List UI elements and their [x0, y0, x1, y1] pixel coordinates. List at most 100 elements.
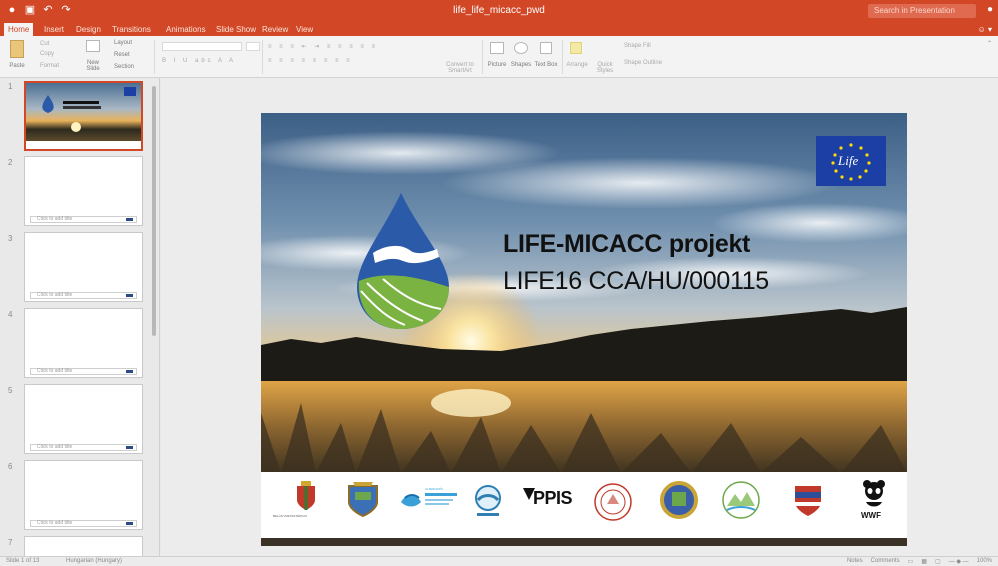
comments-button[interactable]: Comments — [871, 558, 900, 565]
reset-button[interactable]: Reset — [114, 52, 130, 58]
green-landscape-logo — [721, 480, 761, 525]
text-box-label[interactable]: Text Box — [534, 62, 558, 68]
paste-label[interactable]: Paste — [4, 63, 30, 69]
shapes-label[interactable]: Shapes — [508, 62, 534, 68]
tab-home[interactable]: Home — [4, 23, 34, 36]
circle-water-logo — [473, 484, 503, 523]
slide-thumbnail-3[interactable]: Click to add title — [24, 232, 143, 302]
thumb-title-placeholder: Click to add title — [30, 520, 137, 527]
ribbon-tabs: Home Insert Design Transitions Animation… — [0, 22, 998, 36]
status-right-controls: Notes Comments ▭ ▦ ▢ — ◆ — 100% — [847, 558, 992, 565]
user-icon[interactable]: ● — [987, 4, 993, 15]
paragraph-list-icons[interactable]: ≡ ≡ ≡ ⇤ ⇥ ≡ ≡ ≡ ≡ ≡ — [268, 43, 378, 50]
slide-thumbnail-5[interactable]: Click to add title — [24, 384, 143, 454]
thumbnail-preview — [26, 83, 141, 149]
thumb-number: 7 — [8, 538, 13, 547]
thumb-title-placeholder: Click to add title — [30, 368, 137, 375]
zoom-level[interactable]: 100% — [977, 558, 992, 565]
thumb-title-placeholder: Click to add title — [30, 444, 137, 451]
town-shield-logo — [659, 480, 699, 525]
zoom-slider[interactable]: — ◆ — — [949, 558, 969, 565]
notes-button[interactable]: Notes — [847, 558, 863, 565]
divider — [562, 40, 563, 74]
convert-smartart-button[interactable]: Convert to SmartArt — [440, 62, 480, 74]
language-indicator[interactable]: Hungarian (Hungary) — [66, 558, 122, 564]
municipal-coat-of-arms-logo — [343, 478, 383, 523]
format-painter-button[interactable]: Format — [40, 63, 59, 69]
thumb-number: 2 — [8, 158, 13, 167]
wwf-logo: WWF — [859, 480, 889, 520]
thumb-number: 3 — [8, 234, 13, 243]
tab-insert[interactable]: Insert — [40, 23, 68, 36]
slide-thumbnail-2[interactable]: Click to add title — [24, 156, 143, 226]
reading-view-icon[interactable]: ▢ — [935, 558, 941, 565]
divider — [262, 40, 263, 74]
paragraph-align-icons[interactable]: ≡ ≡ ≡ ≡ ≡ ≡ ≡ ≡ — [268, 58, 353, 64]
ministry-caption: BELÜGYMINISZTÉRIUM — [273, 514, 307, 518]
thumb-number: 4 — [8, 310, 13, 319]
slide-thumbnail-4[interactable]: Click to add title — [24, 308, 143, 378]
document-title: life_life_micacc_pwd — [453, 5, 545, 16]
thumb-number: 6 — [8, 462, 13, 471]
divider — [154, 40, 155, 74]
slide-thumbnail-1[interactable] — [24, 81, 143, 151]
new-slide-label[interactable]: New Slide — [80, 60, 106, 72]
thumb-number: 5 — [8, 386, 13, 395]
paste-icon[interactable] — [10, 40, 24, 58]
eu-life-text: Life — [838, 153, 859, 168]
slide-thumbnail-7[interactable] — [24, 536, 143, 556]
divider — [482, 40, 483, 74]
text-box-icon[interactable] — [540, 42, 552, 54]
slide-thumbnail-pane: 1 2 Click to add title 3 Click to add ti… — [0, 78, 160, 556]
shapes-icon[interactable] — [514, 42, 528, 54]
water-directorate-logo: ALTERNATÍV — [399, 487, 459, 515]
red-blue-shield-logo — [793, 482, 823, 523]
slide-thumbnail-6[interactable]: Click to add title — [24, 460, 143, 530]
arrange-icon[interactable] — [570, 42, 582, 54]
tab-animations[interactable]: Animations — [162, 23, 210, 36]
status-bar: Slide 1 of 13 Hungarian (Hungary) Notes … — [0, 556, 998, 566]
slide-1[interactable]: Life LIFE-MICACC projekt LIFE16 CCA/HU/0… — [261, 113, 907, 546]
slide-title[interactable]: LIFE-MICACC projekt — [503, 230, 750, 259]
water-directorate-caption: ALTERNATÍV — [425, 487, 444, 491]
tab-slide-show[interactable]: Slide Show — [212, 23, 260, 36]
slide-sorter-icon[interactable]: ▦ — [921, 558, 927, 565]
share-button[interactable]: ☺ ▾ — [978, 23, 992, 36]
normal-view-icon[interactable]: ▭ — [908, 558, 914, 565]
thumb-title-placeholder: Click to add title — [30, 292, 137, 299]
wwf-text: WWF — [861, 511, 881, 520]
arrange-label[interactable]: Arrange — [564, 62, 590, 68]
editing-canvas: Life LIFE-MICACC projekt LIFE16 CCA/HU/0… — [161, 78, 998, 556]
ppis-logo: PPIS — [523, 486, 573, 508]
search-input[interactable]: Search in Presentation — [868, 4, 976, 18]
hungary-ministry-logo: BELÜGYMINISZTÉRIUM — [273, 480, 317, 518]
new-slide-icon[interactable] — [86, 40, 100, 52]
thumb-title-placeholder: Click to add title — [30, 216, 137, 223]
copy-button[interactable]: Copy — [40, 51, 54, 57]
picture-icon[interactable] — [490, 42, 504, 54]
shape-fill-button[interactable]: Shape Fill — [624, 43, 651, 49]
layout-button[interactable]: Layout — [114, 40, 132, 46]
ribbon: Paste Cut Copy Format New Slide Layout R… — [0, 36, 998, 78]
collapse-ribbon-icon[interactable]: ⌃ — [987, 40, 992, 47]
shape-outline-button[interactable]: Shape Outline — [624, 60, 662, 66]
ppis-text: PPIS — [533, 488, 573, 508]
section-button[interactable]: Section — [114, 64, 134, 70]
cut-button[interactable]: Cut — [40, 41, 49, 47]
thumbnail-scrollbar[interactable] — [152, 86, 156, 336]
font-size-select[interactable] — [246, 42, 260, 51]
tab-view[interactable]: View — [292, 23, 317, 36]
font-name-select[interactable] — [162, 42, 242, 51]
thumb-number: 1 — [8, 82, 13, 91]
font-format-icons[interactable]: B I U abc A A — [162, 58, 236, 64]
title-bar: ● ▣ ↶ ↷ life_life_micacc_pwd Search in P… — [0, 0, 998, 22]
slide-counter: Slide 1 of 13 — [6, 558, 40, 564]
eu-life-logo: Life — [816, 136, 886, 186]
slide-subtitle[interactable]: LIFE16 CCA/HU/000115 — [503, 267, 769, 296]
micacc-drop-logo — [357, 193, 449, 329]
quick-styles-label[interactable]: Quick Styles — [592, 62, 618, 74]
tab-transitions[interactable]: Transitions — [108, 23, 155, 36]
tab-design[interactable]: Design — [72, 23, 105, 36]
tab-review[interactable]: Review — [258, 23, 292, 36]
seal-logo — [593, 482, 633, 527]
